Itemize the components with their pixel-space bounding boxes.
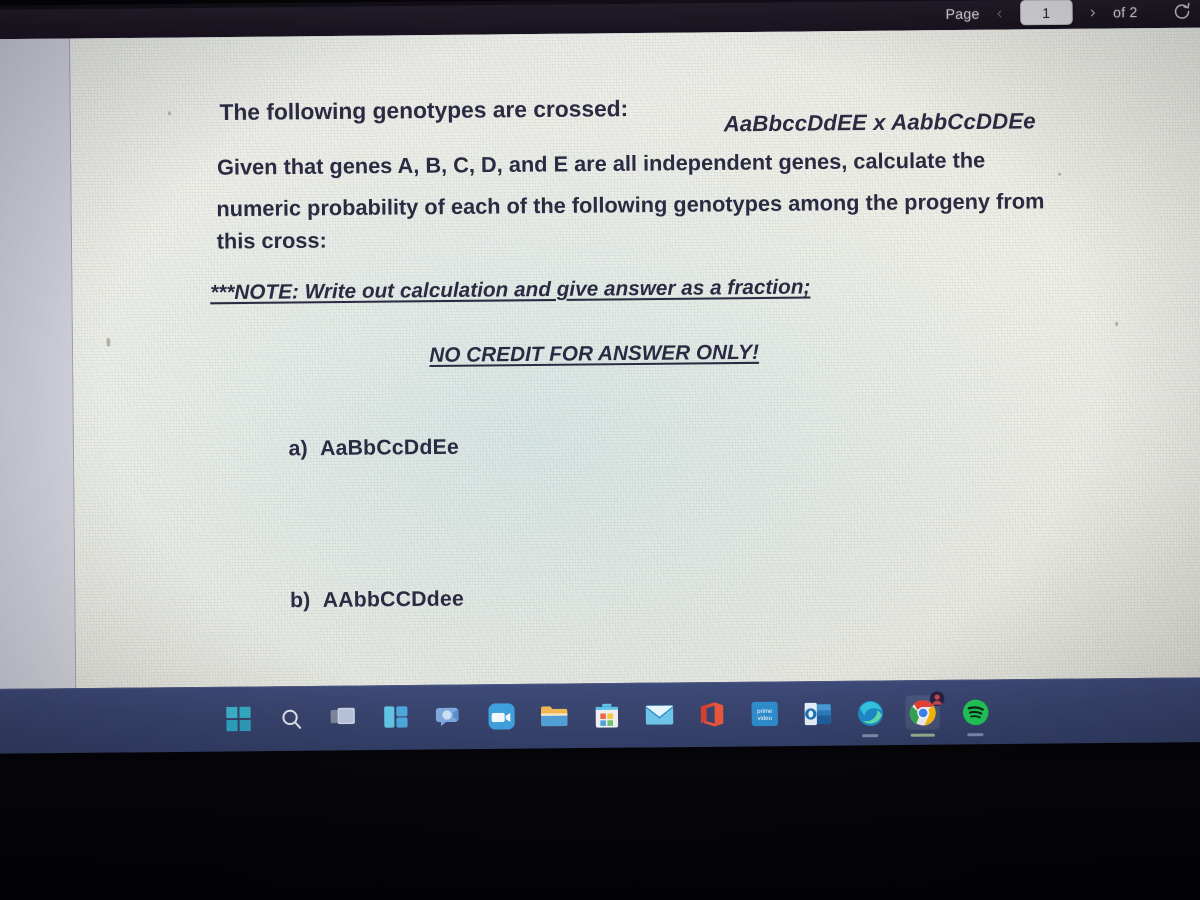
page-number-input[interactable]: 1 — [1019, 0, 1073, 26]
screen-content: Page ‹ 1 › of 2 The following genotypes … — [0, 0, 1200, 775]
widgets-icon[interactable] — [379, 700, 414, 735]
question-item-b: b) AAbbCCDdee — [290, 587, 464, 613]
svg-text:video: video — [758, 716, 773, 722]
search-icon[interactable] — [274, 701, 309, 736]
page-speck — [1115, 321, 1119, 326]
page-count-label: of 2 — [1112, 3, 1138, 20]
page-speck — [106, 337, 111, 347]
monitor-bezel — [0, 760, 1200, 900]
start-button[interactable] — [221, 702, 256, 737]
page-speck — [167, 111, 171, 116]
note-line-2: NO CREDIT FOR ANSWER ONLY! — [429, 340, 760, 367]
monitor-photo: Page ‹ 1 › of 2 The following genotypes … — [0, 0, 1200, 900]
instruction-line-3: this cross: — [216, 228, 327, 254]
microsoft-store-icon[interactable] — [589, 698, 624, 733]
outlook-icon[interactable] — [800, 696, 835, 731]
item-b-letter: b) — [289, 588, 311, 613]
document-page: The following genotypes are crossed: AaB… — [70, 27, 1200, 689]
reload-icon[interactable] — [1171, 0, 1193, 22]
office-icon[interactable] — [695, 697, 730, 732]
page-label: Page — [945, 4, 980, 22]
file-explorer-icon[interactable] — [537, 699, 572, 734]
previous-page-button[interactable]: ‹ — [991, 3, 1009, 22]
pdf-viewer-body: The following genotypes are crossed: AaB… — [0, 27, 1200, 689]
page-speck — [1058, 172, 1062, 176]
viewer-left-gutter — [0, 38, 77, 689]
edge-running-indicator — [862, 734, 879, 738]
chrome-running-indicator — [910, 733, 935, 737]
note-line-1: ***NOTE: Write out calculation and give … — [210, 275, 811, 305]
item-a-genotype: AaBbCcDdEe — [319, 435, 460, 461]
svg-text:prime: prime — [757, 709, 773, 715]
windows-taskbar: prime video — [0, 677, 1200, 754]
mail-icon[interactable] — [642, 698, 677, 733]
spotify-icon[interactable] — [958, 695, 993, 737]
question-item-a: a) AaBbCcDdEe — [288, 436, 459, 462]
next-page-button[interactable]: › — [1084, 2, 1102, 21]
task-view-icon[interactable] — [326, 701, 361, 736]
instruction-line-1: Given that genes A, B, C, D, and E are a… — [216, 148, 986, 180]
zoom-icon[interactable] — [484, 699, 519, 734]
intro-line: The following genotypes are crossed: — [219, 95, 629, 126]
instruction-line-2: numeric probability of each of the follo… — [216, 189, 1045, 222]
edge-icon[interactable] — [853, 696, 888, 738]
prime-video-icon[interactable]: prime video — [747, 697, 782, 732]
chat-teams-icon[interactable] — [432, 700, 467, 735]
item-a-letter: a) — [288, 436, 308, 461]
chrome-profile-avatar[interactable] — [929, 691, 945, 706]
chrome-icon[interactable] — [905, 691, 945, 737]
document-text: The following genotypes are crossed: AaB… — [70, 28, 1200, 689]
item-b-genotype: AAbbCCDdee — [322, 587, 465, 612]
cross-expression: AaBbccDdEE x AabbCcDDEe — [723, 108, 1036, 137]
spotify-running-indicator — [967, 733, 984, 737]
